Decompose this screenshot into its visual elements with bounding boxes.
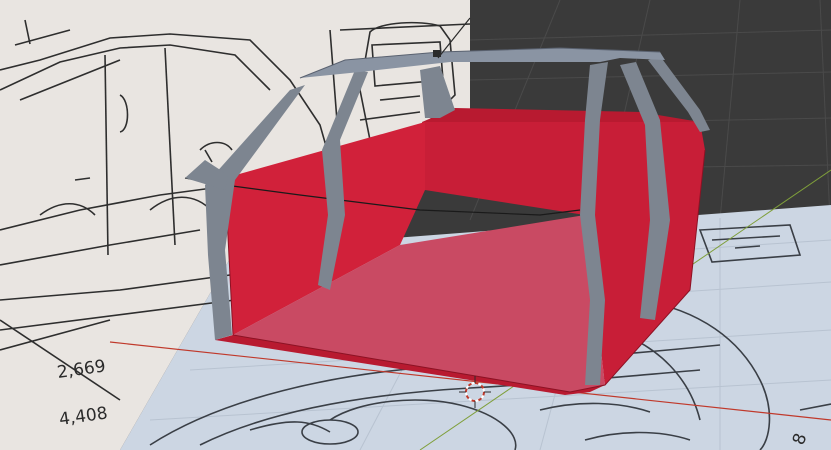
antenna-base: [433, 50, 441, 57]
3d-viewport[interactable]: 8 2,669 4,408: [0, 0, 831, 450]
